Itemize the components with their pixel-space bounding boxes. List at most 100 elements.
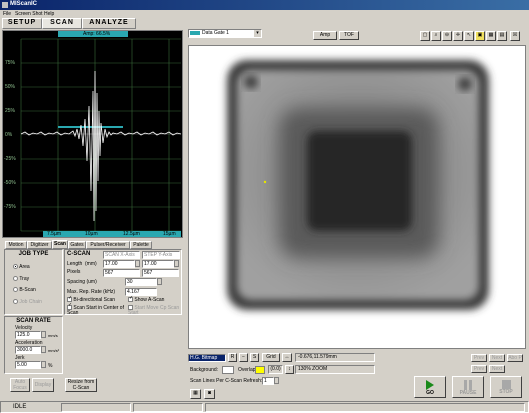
scan-start-center-option[interactable]: Scan Start in Center of Scan: [67, 303, 125, 316]
tab-analyze[interactable]: ANALYZE: [82, 18, 136, 29]
tab-pulser-receiver[interactable]: Pulser/Receiver: [86, 241, 130, 249]
y-tick-50: 50%: [5, 84, 16, 90]
dropdown-arrow-icon[interactable]: ▾: [254, 30, 261, 37]
refresh-spinner[interactable]: [274, 377, 279, 384]
pointer-icon[interactable]: ↖: [464, 31, 474, 41]
scan-axis-select[interactable]: SCAN X-Axis: [103, 251, 140, 259]
minus-button[interactable]: −: [239, 353, 248, 362]
bscan-radio[interactable]: [13, 287, 18, 293]
job-type-title: JOB TYPE: [18, 251, 49, 257]
title-bar: MIScanIC: [0, 0, 529, 10]
tab-palette[interactable]: Palette: [130, 241, 152, 249]
cscan-title: C-SCAN: [67, 251, 91, 257]
pause-icon: [464, 380, 472, 390]
step-pixels-value: 567: [142, 269, 179, 277]
spacing-input[interactable]: 30: [125, 278, 157, 286]
scan-length-spinner[interactable]: [135, 260, 140, 267]
data-gate-select[interactable]: Data Gate 1 ▾: [188, 29, 262, 38]
menu-file[interactable]: File: [3, 11, 11, 17]
grid-button[interactable]: Grid: [262, 353, 280, 362]
scan-rate-title: SCAN RATE: [16, 318, 51, 324]
acceleration-input[interactable]: 3000.0: [15, 346, 41, 354]
x-tick-1: 7.5µm: [47, 231, 61, 237]
zoom-updown-icon[interactable]: ↕: [285, 365, 294, 374]
pause-label: PAUSE: [459, 390, 477, 396]
bitmap-select[interactable]: H.G. Bitmap: [188, 354, 226, 362]
scan-start-center-checkbox[interactable]: [67, 303, 72, 310]
length-label: Length: [67, 261, 83, 267]
job-type-area[interactable]: Area: [13, 264, 30, 270]
scan-length-input[interactable]: 17.00: [103, 260, 135, 268]
refresh-input[interactable]: 1: [262, 377, 274, 385]
tab-digitizer[interactable]: Digitizer: [27, 241, 52, 249]
job-type-bscan[interactable]: B-Scan: [13, 287, 36, 293]
velocity-input[interactable]: 125.0: [15, 331, 41, 339]
auto-focus-button[interactable]: Auto Focus: [10, 378, 30, 392]
tof-button[interactable]: TOF: [339, 31, 359, 40]
show-ascan-checkbox[interactable]: [128, 295, 133, 303]
export-icon[interactable]: ▦: [190, 389, 201, 399]
job-type-chain[interactable]: Job Chain: [13, 299, 42, 305]
overlap-swatch[interactable]: [255, 366, 265, 374]
menu-help[interactable]: Help: [44, 11, 54, 17]
frame-icon[interactable]: ▤: [497, 31, 507, 41]
tab-motion[interactable]: Motion: [5, 241, 27, 249]
acceleration-spinner[interactable]: [41, 346, 46, 353]
next-button-2[interactable]: Next: [489, 365, 505, 373]
pause-button[interactable]: PAUSE: [452, 376, 484, 398]
grid-view-icon[interactable]: ▦: [486, 31, 496, 41]
abo-button[interactable]: Abo P: [507, 354, 523, 362]
jerk-spinner[interactable]: [41, 361, 46, 368]
cscan-image-view[interactable]: [188, 45, 526, 349]
s-button[interactable]: S: [250, 353, 259, 362]
prev-button-1[interactable]: Prev: [471, 354, 487, 362]
background-swatch[interactable]: [222, 366, 234, 374]
start-move-checkbox[interactable]: [128, 305, 133, 310]
show-ascan-option[interactable]: Show A-Scan: [128, 295, 164, 303]
zoom-icon[interactable]: ⌕: [431, 31, 441, 41]
tab-gates[interactable]: Gates: [68, 241, 86, 249]
menu-screen-shot[interactable]: Screen Shot: [15, 11, 43, 17]
y-tick-25: 25%: [5, 108, 16, 114]
acceleration-unit: mm/s²: [48, 348, 60, 353]
display-button[interactable]: Display: [32, 378, 54, 392]
next-button-1[interactable]: Next: [489, 354, 505, 362]
snapshot-icon[interactable]: ◙: [204, 389, 215, 399]
step-length-spinner[interactable]: [174, 260, 179, 267]
jerk-input[interactable]: 5.00: [15, 361, 41, 369]
ascan-panel: Amp: 66.5% 75% 50% 25% 0% -25% -50% -75%…: [2, 30, 183, 238]
area-radio[interactable]: [13, 264, 18, 270]
zoom-out-icon[interactable]: ⊖: [442, 31, 452, 41]
spacing-spinner[interactable]: [157, 278, 162, 285]
step-length-input[interactable]: 17.00: [142, 260, 174, 268]
tab-scan-settings[interactable]: Scan: [52, 240, 68, 249]
highlight-icon[interactable]: ▣: [475, 31, 485, 41]
tab-setup[interactable]: SETUP: [2, 18, 42, 29]
die-core: [307, 131, 412, 231]
crosshair-icon[interactable]: ✛: [453, 31, 463, 41]
prev-button-2[interactable]: Prev: [471, 365, 487, 373]
settings-tab-bar: Motion Digitizer Scan Gates Pulser/Recei…: [2, 240, 183, 249]
job-type-tray[interactable]: Tray: [13, 276, 29, 282]
close-view-icon[interactable]: ☒: [510, 31, 520, 41]
velocity-spinner[interactable]: [41, 331, 46, 338]
scan-pixels-value: 567: [103, 269, 140, 277]
job-chain-radio[interactable]: [13, 299, 18, 305]
r-button[interactable]: R: [228, 353, 237, 362]
x-tick-2: 10µm: [85, 231, 98, 237]
step-axis-select[interactable]: STEP Y-Axis: [142, 251, 180, 259]
go-button[interactable]: GO: [414, 376, 446, 398]
tray-radio[interactable]: [13, 276, 18, 282]
app-icon: [2, 2, 8, 8]
view-toolbar: ▢ ⌕ ⊖ ✛ ↖ ▣ ▦ ▤ ☒: [420, 31, 525, 42]
status-bar: IDLE: [0, 401, 529, 413]
resize-from-cscan-button[interactable]: Resize from C-Scan: [65, 378, 97, 392]
measure-icon[interactable]: ↔: [282, 353, 292, 362]
fit-view-icon[interactable]: ▢: [420, 31, 430, 41]
start-move-option[interactable]: Start Move Cp Scan Start: [128, 305, 180, 316]
go-label: GO: [426, 390, 434, 396]
bidirectional-option[interactable]: Bi-directional Scan: [67, 295, 115, 303]
stop-button[interactable]: STOP: [490, 376, 522, 398]
amp-button[interactable]: Amp: [313, 31, 337, 40]
tab-scan[interactable]: SCAN: [42, 18, 82, 29]
